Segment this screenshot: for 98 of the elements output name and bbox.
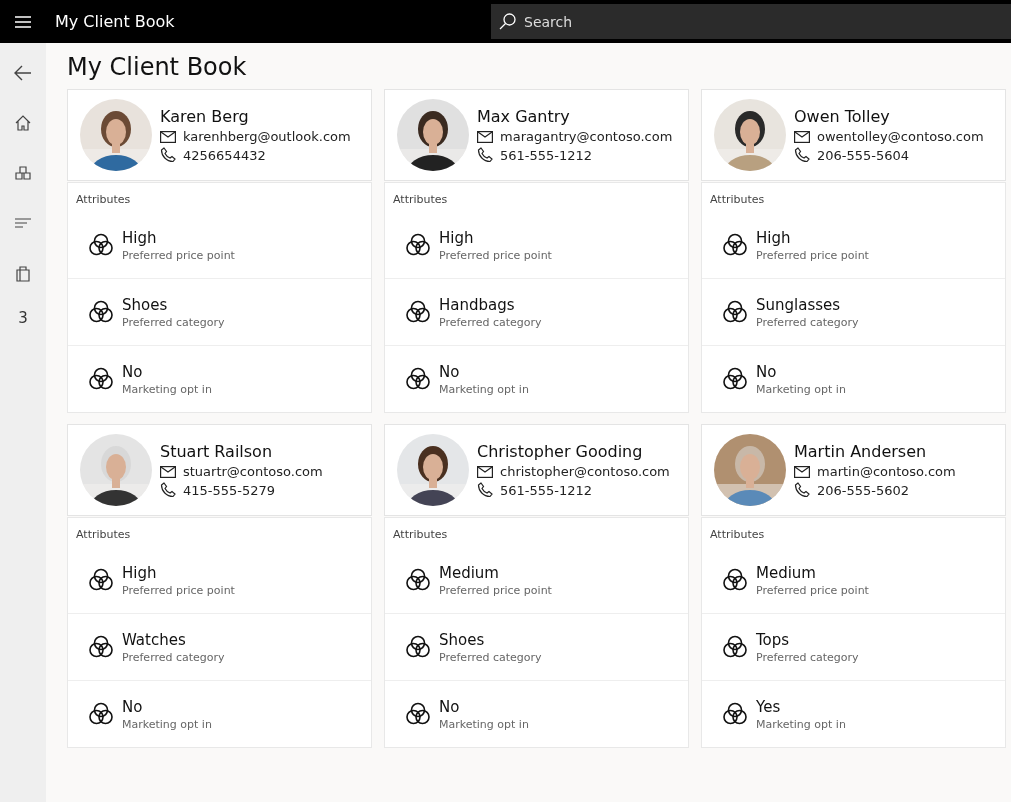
client-email: karenhberg@outlook.com — [183, 129, 351, 144]
attribute-label: Marketing opt in — [756, 382, 846, 396]
rings-icon — [88, 232, 114, 258]
attribute-value: Tops — [756, 630, 791, 649]
phone-icon — [794, 147, 810, 163]
attribute-label: Preferred category — [122, 650, 225, 664]
mail-icon — [477, 465, 493, 478]
rings-icon — [722, 366, 748, 392]
rings-icon — [88, 366, 114, 392]
mail-icon — [477, 130, 493, 143]
attribute-value: Handbags — [439, 295, 516, 314]
search-icon — [499, 13, 516, 30]
menu-icon — [15, 15, 31, 28]
attribute-value: Medium — [439, 563, 500, 582]
client-name: Martin Andersen — [794, 442, 928, 461]
attribute-value: No — [439, 362, 461, 381]
section-label: Attributes — [75, 192, 132, 208]
attribute-label: Marketing opt in — [122, 717, 212, 731]
attribute-value: High — [439, 228, 475, 247]
attribute-value: No — [122, 362, 144, 381]
attribute-value: No — [756, 362, 778, 381]
rings-icon — [405, 567, 431, 593]
rings-icon — [722, 567, 748, 593]
rings-icon — [722, 634, 748, 660]
attribute-label: Preferred price point — [122, 583, 235, 597]
rings-icon — [405, 366, 431, 392]
mail-icon — [160, 130, 176, 143]
rings-icon — [405, 232, 431, 258]
attribute-label: Preferred price point — [439, 583, 552, 597]
section-label: Attributes — [392, 192, 449, 208]
attribute-label: Preferred category — [122, 315, 225, 329]
attribute-value: Watches — [122, 630, 187, 649]
client-phone: 206-555-5602 — [817, 482, 910, 498]
client-email: christopher@contoso.com — [500, 464, 670, 479]
client-email: maragantry@contoso.com — [500, 129, 673, 144]
attribute-value: Sunglasses — [756, 295, 842, 314]
rings-icon — [405, 701, 431, 727]
rings-icon — [88, 634, 114, 660]
app-title: My Client Book — [55, 12, 176, 31]
rings-icon — [88, 701, 114, 727]
phone-icon — [477, 482, 493, 498]
rings-icon — [405, 634, 431, 660]
phone-icon — [794, 482, 810, 498]
rings-icon — [722, 232, 748, 258]
client-email: stuartr@contoso.com — [183, 464, 323, 479]
client-name: Christopher Gooding — [477, 442, 644, 461]
attribute-label: Preferred category — [439, 650, 542, 664]
section-label: Attributes — [75, 527, 132, 543]
client-phone: 561-555-1212 — [500, 147, 593, 163]
attribute-label: Preferred category — [439, 315, 542, 329]
client-name: Max Gantry — [477, 107, 571, 126]
attribute-label: Preferred category — [756, 650, 859, 664]
rings-icon — [722, 299, 748, 325]
client-phone: 206-555-5604 — [817, 147, 910, 163]
client-name: Stuart Railson — [160, 442, 274, 461]
page-title: My Client Book — [67, 53, 248, 81]
back-arrow-icon — [14, 65, 32, 81]
section-label: Attributes — [709, 192, 766, 208]
rings-icon — [722, 701, 748, 727]
attribute-label: Preferred price point — [122, 248, 235, 262]
count-label: 3 — [18, 309, 28, 327]
search-box[interactable]: Search — [491, 4, 1011, 39]
search-field[interactable]: Search — [522, 12, 1011, 31]
rings-icon — [88, 299, 114, 325]
attribute-value: High — [122, 563, 158, 582]
mail-icon — [794, 465, 810, 478]
attribute-label: Marketing opt in — [439, 717, 529, 731]
attribute-value: Shoes — [122, 295, 169, 314]
attribute-value: High — [122, 228, 158, 247]
attribute-label: Preferred category — [756, 315, 859, 329]
phone-icon — [160, 147, 176, 163]
section-label: Attributes — [392, 527, 449, 543]
attribute-label: Marketing opt in — [756, 717, 846, 731]
attribute-label: Preferred price point — [756, 583, 869, 597]
attribute-value: No — [122, 697, 144, 716]
rings-icon — [88, 567, 114, 593]
attribute-value: No — [439, 697, 461, 716]
attribute-label: Preferred price point — [439, 248, 552, 262]
attribute-label: Preferred price point — [756, 248, 869, 262]
attribute-value: Medium — [756, 563, 817, 582]
attribute-value: Yes — [756, 697, 782, 716]
client-email: martin@contoso.com — [817, 464, 956, 479]
section-label: Attributes — [709, 527, 766, 543]
client-phone: 561-555-1212 — [500, 482, 593, 498]
attribute-label: Marketing opt in — [122, 382, 212, 396]
rings-icon — [405, 299, 431, 325]
attribute-value: High — [756, 228, 792, 247]
client-name: Owen Tolley — [794, 107, 891, 126]
mail-icon — [794, 130, 810, 143]
phone-icon — [160, 482, 176, 498]
phone-icon — [477, 147, 493, 163]
attribute-value: Shoes — [439, 630, 486, 649]
attribute-label: Marketing opt in — [439, 382, 529, 396]
client-phone: 415-555-5279 — [183, 482, 276, 498]
client-phone: 4256654432 — [183, 147, 266, 163]
client-email: owentolley@contoso.com — [817, 129, 984, 144]
client-name: Karen Berg — [160, 107, 250, 126]
mail-icon — [160, 465, 176, 478]
